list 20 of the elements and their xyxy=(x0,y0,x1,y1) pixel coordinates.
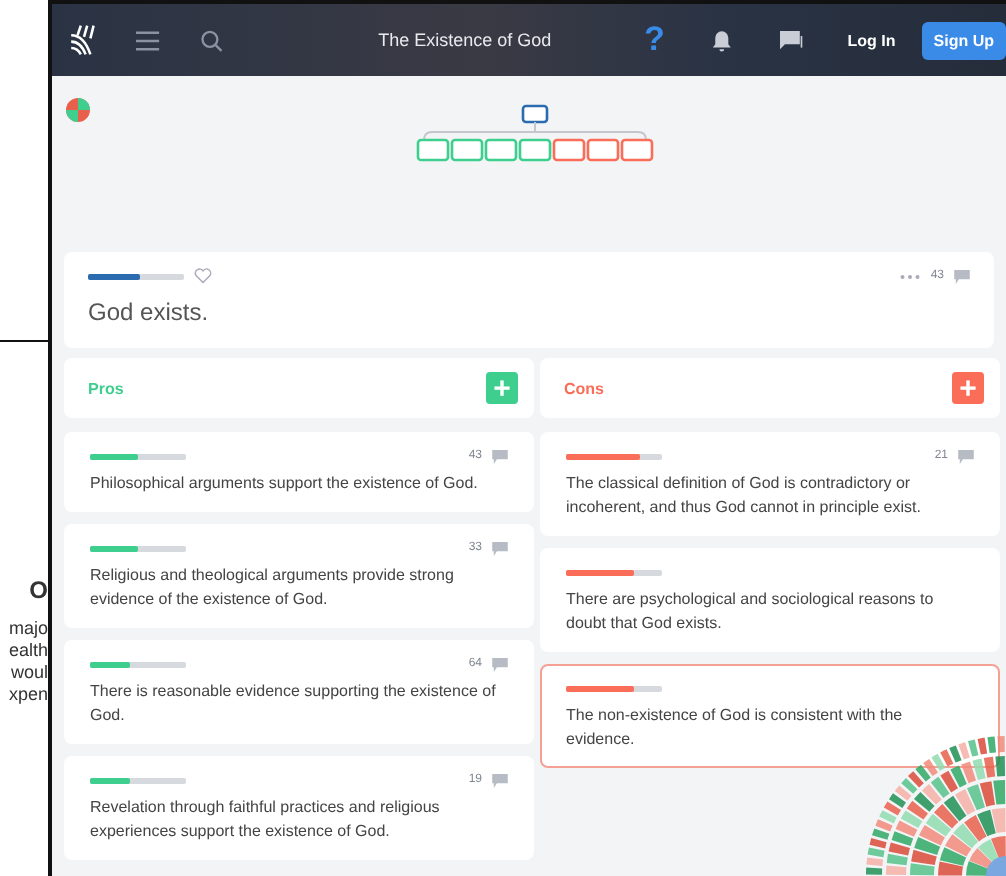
claim-text: The classical definition of God is contradictory or incoherent, and thus God cannot in principle exist. xyxy=(566,472,923,520)
background-text: O xyxy=(29,580,48,602)
background-text: xpen xyxy=(8,684,48,706)
claim-text: The non-existence of God is consistent with the evidence. xyxy=(566,704,905,752)
background-text: majo xyxy=(8,618,48,640)
claim-card[interactable]: The non-existence of God is consistent with the evidence. xyxy=(540,664,1000,768)
column-title: Cons xyxy=(564,379,604,397)
discussion-title: The Existence of God xyxy=(378,30,554,50)
thesis-text: God exists. xyxy=(88,298,211,326)
column-title: Pros xyxy=(88,379,124,397)
background-text: woul xyxy=(10,662,48,684)
login-link[interactable]: Log In xyxy=(847,31,896,49)
claim-text: There are psychological and sociological reasons to doubt that God exists. xyxy=(566,588,936,636)
background-text: ealth xyxy=(8,640,48,662)
claim-text: There is reasonable evidence supporting the existence of God. xyxy=(90,680,498,728)
claim-card[interactable]: There are psychological and sociological reasons to doubt that God exists. xyxy=(540,548,1000,652)
help-button[interactable]: ? xyxy=(644,20,665,60)
claim-text: Religious and theological arguments provide strong evidence of the existence of God. xyxy=(90,564,456,612)
claim-text: Philosophical arguments support the existence of God. xyxy=(90,472,480,496)
claim-text: Revelation through faithful practices and religious experiences support the existence of God. xyxy=(90,796,442,844)
